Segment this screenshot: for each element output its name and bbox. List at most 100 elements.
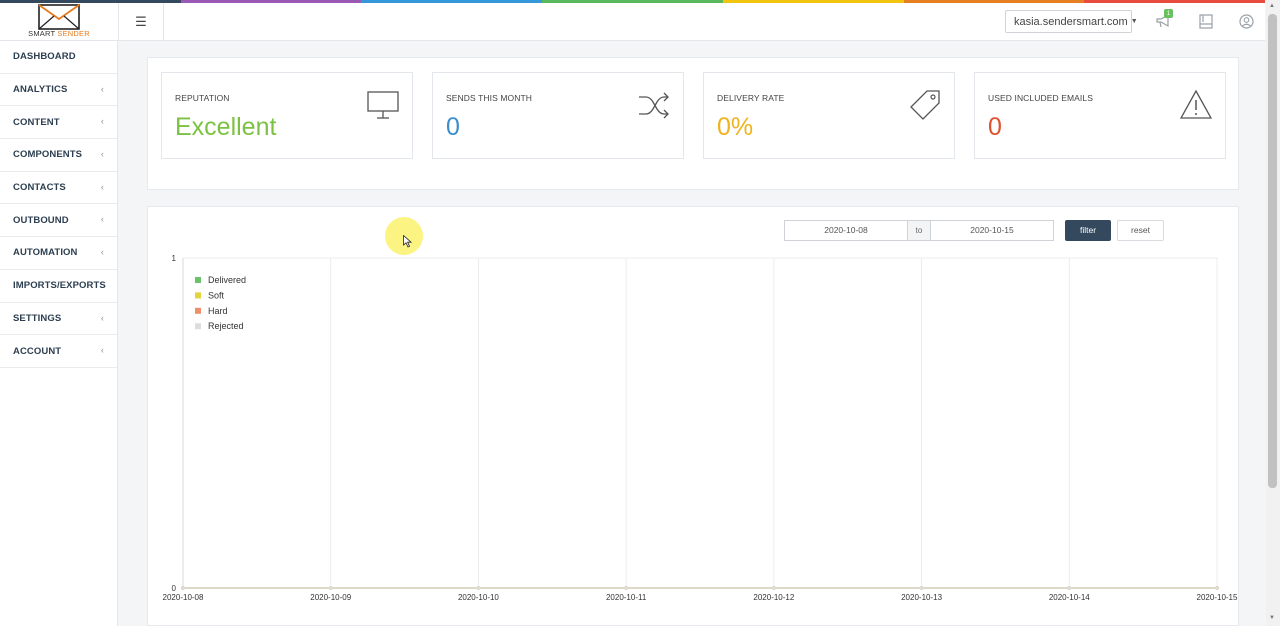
legend-label: Delivered (208, 275, 246, 285)
envelope-logo-icon (38, 4, 80, 30)
warning-icon (1180, 89, 1212, 119)
sidebar-item-label: CONTACTS (13, 182, 66, 194)
sidebar-item-label: ANALYTICS (13, 84, 68, 96)
data-point (772, 586, 776, 590)
data-point (476, 586, 481, 590)
data-point (624, 586, 628, 590)
chevron-left-icon: ‹ (100, 116, 104, 127)
stat-value: 0 (446, 113, 460, 141)
sidebar-item-label: ACCOUNT (13, 345, 62, 357)
data-point (181, 586, 185, 590)
scrollbar-thumb[interactable] (1268, 14, 1277, 488)
chart-panel: 2020-10-08 to 2020-10-15 filter reset 01… (147, 206, 1239, 626)
docs-button[interactable] (1197, 12, 1215, 30)
x-tick-label: 2020-10-09 (310, 593, 351, 602)
chevron-left-icon: ‹ (100, 214, 104, 225)
logo-word-smart: SMART (28, 29, 56, 38)
stats-panel: REPUTATION Excellent SENDS THIS MONTH 0 … (147, 57, 1239, 190)
stat-card-sends-this-month: SENDS THIS MONTH 0 (432, 72, 684, 159)
sidebar-item-automation[interactable]: AUTOMATION ‹ (0, 237, 117, 270)
sidebar: DASHBOARD ANALYTICS ‹ CONTENT ‹ COMPONENTS… (0, 41, 118, 626)
stat-card-used-included-emails: USED INCLUDED EMAILS 0 (974, 72, 1226, 159)
stat-card-delivery-rate: DELIVERY RATE 0% (703, 72, 955, 159)
stat-label: REPUTATION (175, 93, 230, 103)
sidebar-item-components[interactable]: COMPONENTS ‹ (0, 139, 117, 172)
stripe-segment (542, 0, 723, 3)
stat-card-reputation: REPUTATION Excellent (161, 72, 413, 159)
notification-badge: 1 (1164, 9, 1173, 18)
legend-swatch (195, 292, 201, 299)
user-icon (1238, 13, 1254, 29)
x-tick-label: 2020-10-13 (901, 593, 942, 602)
sidebar-item-settings[interactable]: SETTINGS ‹ (0, 303, 117, 336)
domain-selector[interactable]: kasia.sendersmart.com ▼ (1005, 10, 1138, 33)
sidebar-item-label: CONTENT (13, 116, 60, 128)
sidebar-item-dashboard[interactable]: DASHBOARD (0, 41, 117, 74)
caret-down-icon: ▼ (1130, 18, 1138, 25)
top-bar: SMART SENDER ☰ kasia.sendersmart.com ▼ 1 (0, 0, 1265, 41)
logo[interactable]: SMART SENDER (0, 3, 118, 41)
data-point (1215, 586, 1219, 590)
domain-selector-value: kasia.sendersmart.com (1014, 15, 1128, 28)
book-icon (1199, 13, 1213, 29)
legend-label: Hard (208, 306, 228, 316)
chevron-left-icon: ‹ (100, 247, 104, 258)
sidebar-item-label: AUTOMATION (13, 247, 78, 259)
sidebar-item-contacts[interactable]: CONTACTS ‹ (0, 172, 117, 205)
stripe-segment (0, 0, 181, 3)
x-tick-label: 2020-10-10 (458, 593, 499, 602)
stat-value: 0 (988, 113, 1002, 141)
x-tick-label: 2020-10-15 (1197, 593, 1238, 602)
sidebar-item-imports-exports[interactable]: IMPORTS/EXPORTS (0, 270, 117, 303)
brand-stripe (0, 0, 1266, 3)
page-scrollbar[interactable]: ▲ ▼ (1266, 0, 1280, 626)
sidebar-item-label: OUTBOUND (13, 214, 69, 226)
logo-text: SMART SENDER (28, 29, 90, 38)
data-point (919, 586, 924, 590)
sidebar-item-label: SETTINGS (13, 312, 62, 324)
sidebar-item-outbound[interactable]: OUTBOUND ‹ (0, 204, 117, 238)
x-tick-label: 2020-10-14 (1049, 593, 1090, 602)
sidebar-item-content[interactable]: CONTENT ‹ (0, 106, 117, 140)
stripe-segment (361, 0, 543, 3)
logo-word-sender: SENDER (57, 29, 90, 38)
data-point (328, 586, 333, 590)
notifications-button[interactable]: 1 (1155, 9, 1173, 30)
chevron-left-icon: ‹ (100, 345, 104, 356)
legend-swatch (195, 307, 201, 314)
legend-label: Soft (208, 290, 225, 300)
x-tick-label: 2020-10-11 (606, 593, 647, 602)
monitor-icon (367, 91, 399, 119)
stripe-segment (722, 0, 904, 3)
sidebar-item-analytics[interactable]: ANALYTICS ‹ (0, 74, 117, 107)
menu-toggle-button[interactable]: ☰ (118, 3, 164, 41)
legend-swatch (195, 323, 201, 330)
y-tick-label: 0 (172, 584, 177, 593)
stat-value: Excellent (175, 113, 277, 141)
tag-icon (910, 90, 940, 120)
x-tick-label: 2020-10-12 (753, 593, 794, 602)
stat-value: 0% (717, 113, 754, 141)
legend-label: Rejected (208, 321, 244, 331)
hamburger-icon: ☰ (135, 14, 147, 29)
x-tick-label: 2020-10-08 (163, 593, 204, 602)
scroll-down-icon[interactable]: ▼ (1269, 615, 1275, 621)
stripe-segment (903, 0, 1085, 3)
sidebar-item-account[interactable]: ACCOUNT ‹ (0, 335, 117, 368)
stat-label: SENDS THIS MONTH (446, 93, 532, 103)
data-point (1067, 586, 1072, 590)
chevron-left-icon: ‹ (100, 312, 104, 323)
user-menu-button[interactable] (1237, 12, 1255, 30)
stripe-segment (1084, 0, 1266, 3)
y-tick-label: 1 (172, 254, 177, 263)
delivery-chart: 0 1 2020-10-08 2020-10-09 2020-10-10 2020-10-… (163, 254, 1238, 602)
sidebar-item-label: COMPONENTS (13, 149, 83, 161)
stat-label: USED INCLUDED EMAILS (988, 93, 1093, 103)
sidebar-item-label: IMPORTS/EXPORTS (13, 280, 106, 292)
shuffle-icon (639, 92, 669, 119)
chevron-left-icon: ‹ (100, 83, 104, 94)
chevron-left-icon: ‹ (100, 149, 104, 160)
chevron-left-icon: ‹ (100, 181, 104, 192)
scroll-up-icon[interactable]: ▲ (1269, 3, 1275, 9)
stripe-segment (180, 0, 362, 3)
